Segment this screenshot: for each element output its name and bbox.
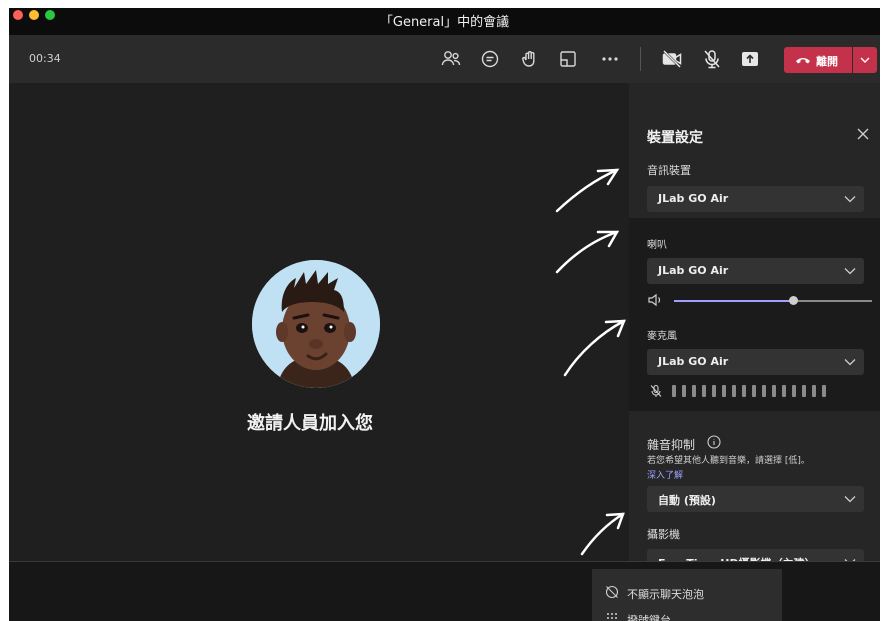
more-options-menu: 不顯示聊天泡泡 撥號鍵台: [592, 569, 782, 621]
info-icon[interactable]: [707, 435, 721, 449]
meeting-toolbar: 00:34 離開: [9, 35, 880, 83]
meeting-stage: 邀請人員加入您: [9, 83, 629, 561]
chevron-down-icon: [844, 496, 856, 503]
annotation-arrow-icon: [563, 319, 626, 377]
device-settings-panel: 裝置設定 音訊裝置 JLab GO Air 喇叭 JLab GO Air 麥克風…: [629, 83, 880, 575]
chevron-down-icon: [844, 196, 856, 203]
memoji-avatar-image: [252, 260, 380, 388]
camera-off-icon[interactable]: [661, 48, 683, 70]
leave-button[interactable]: 離開: [784, 47, 852, 73]
chevron-down-icon: [844, 268, 856, 275]
volume-slider-handle[interactable]: [788, 296, 798, 305]
annotation-arrow-icon: [555, 168, 620, 213]
mic-dropdown[interactable]: JLab GO Air: [647, 349, 864, 375]
chat-bubble-off-icon: [605, 585, 619, 599]
audio-device-dropdown[interactable]: JLab GO Air: [647, 186, 864, 212]
menu-item-hide-chat-bubbles[interactable]: 不顯示聊天泡泡: [627, 586, 704, 602]
share-tray-icon[interactable]: [557, 48, 579, 70]
raise-hand-icon[interactable]: [519, 48, 541, 70]
volume-slider-fill: [674, 300, 793, 302]
hang-up-icon: [796, 58, 810, 64]
noise-suppression-dropdown[interactable]: 自動 (預設): [647, 486, 864, 512]
camera-label: 攝影機: [647, 528, 680, 541]
mic-level-meter: [672, 385, 826, 397]
share-icon[interactable]: [739, 48, 761, 70]
audio-device-label: 音訊裝置: [647, 164, 691, 177]
speaker-icon: [648, 293, 661, 307]
meeting-timer: 00:34: [29, 52, 61, 65]
chat-icon[interactable]: [479, 48, 501, 70]
more-icon[interactable]: [599, 48, 621, 70]
chevron-down-icon: [844, 359, 856, 366]
toolbar-divider: [640, 47, 641, 71]
meeting-window: 「General」中的會議 00:34 離開 邀請人員加入您 裝置設定 音訊裝置…: [9, 8, 880, 621]
leave-options-button[interactable]: [853, 47, 877, 73]
speaker-value: JLab GO Air: [658, 264, 729, 277]
chevron-down-icon: [860, 57, 870, 63]
noise-hint: 若您希望其他人聽到音樂，請選擇 [低]。: [647, 456, 810, 466]
window-title: 「General」中的會議: [379, 15, 510, 30]
annotation-arrow-icon: [580, 512, 625, 556]
noise-suppression-label: 雜音抑制: [647, 438, 696, 452]
panel-title: 裝置設定: [647, 130, 703, 146]
noise-suppression-value: 自動 (預設): [658, 494, 716, 507]
learn-more-link[interactable]: 深入了解: [647, 468, 683, 481]
avatar: [252, 260, 380, 388]
speaker-label: 喇叭: [647, 240, 667, 251]
mic-off-icon[interactable]: [701, 48, 723, 70]
menu-item-dialpad[interactable]: 撥號鍵台: [627, 612, 671, 621]
people-icon[interactable]: [440, 48, 462, 70]
mic-muted-icon: [650, 384, 662, 397]
dialpad-icon: [607, 613, 617, 619]
annotation-arrow-icon: [555, 230, 620, 274]
divider: [9, 561, 880, 562]
speaker-dropdown[interactable]: JLab GO Air: [647, 258, 864, 284]
audio-device-value: JLab GO Air: [658, 192, 729, 205]
mic-label: 麥克風: [647, 331, 677, 342]
close-icon[interactable]: [856, 127, 870, 141]
leave-label: 離開: [816, 55, 838, 68]
title-bar: 「General」中的會議: [9, 8, 880, 35]
mic-value: JLab GO Air: [658, 355, 729, 368]
invite-text: 邀請人員加入您: [247, 413, 373, 434]
